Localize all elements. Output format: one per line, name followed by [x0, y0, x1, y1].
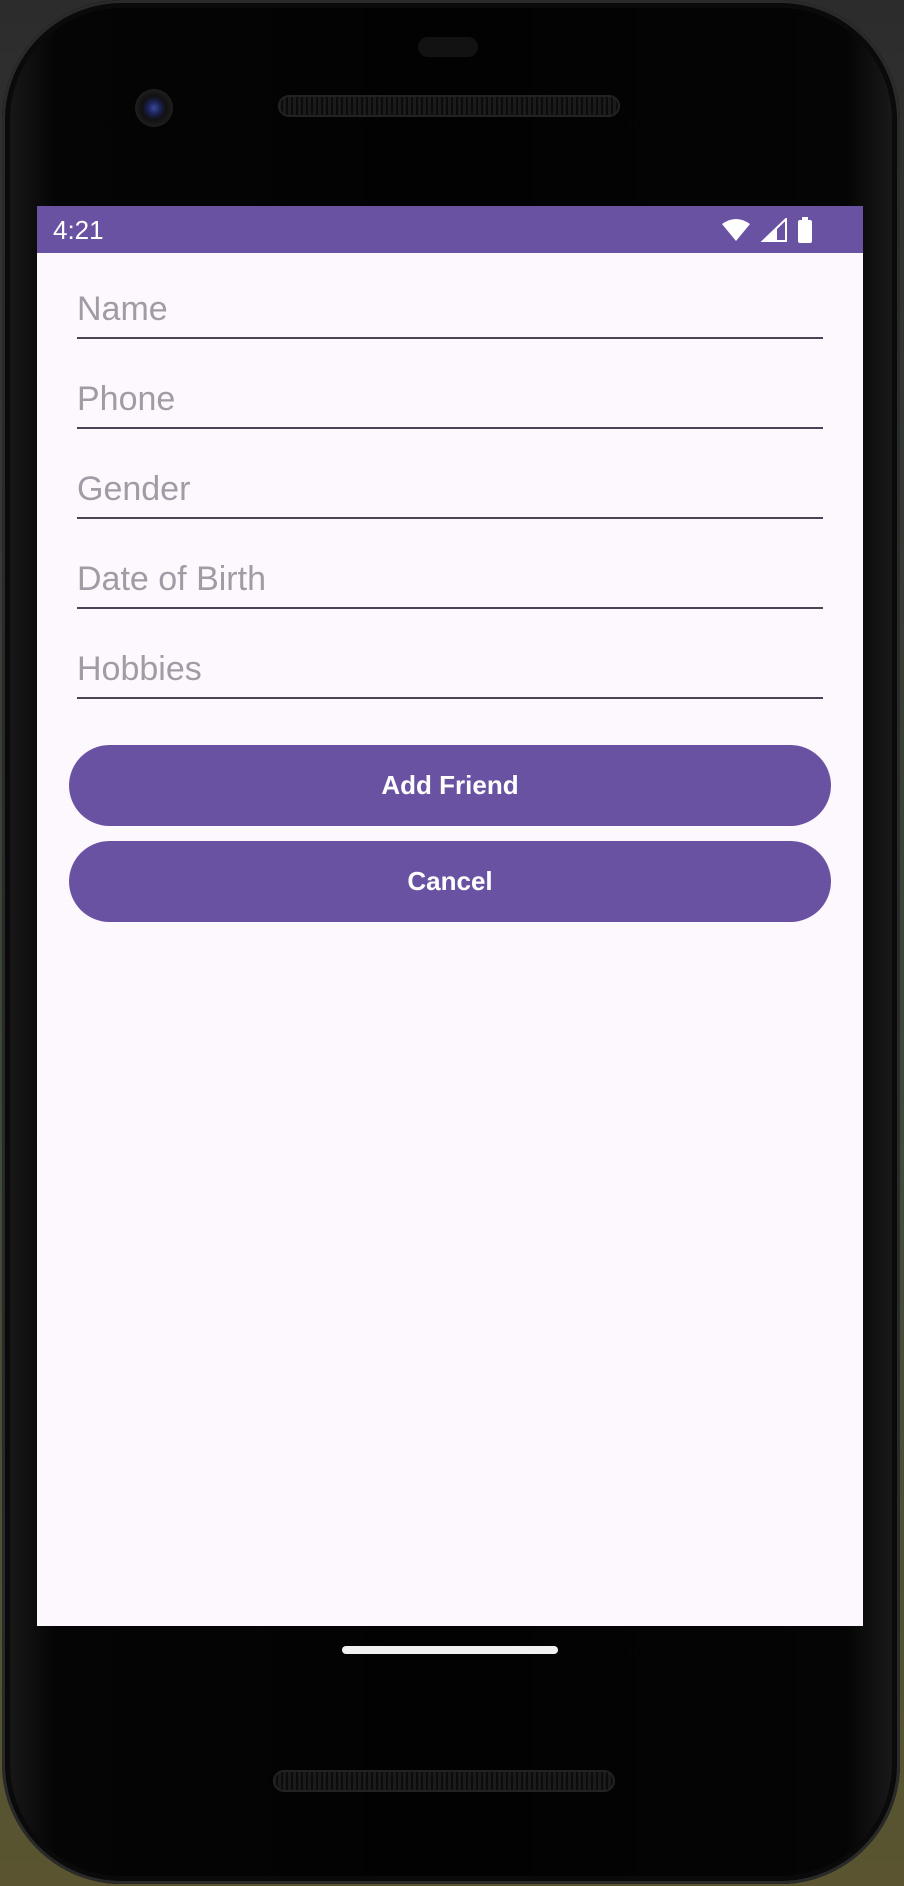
- phone-field: [77, 357, 823, 429]
- status-time: 4:21: [53, 215, 104, 245]
- hobbies-input[interactable]: [77, 650, 823, 689]
- add-friend-button[interactable]: Add Friend: [69, 745, 831, 826]
- cancel-button[interactable]: Cancel: [69, 841, 831, 922]
- gender-field: [77, 447, 823, 519]
- gender-input[interactable]: [77, 470, 823, 509]
- date-of-birth-input[interactable]: [77, 560, 823, 599]
- battery-icon: [797, 217, 813, 243]
- name-input[interactable]: [77, 290, 823, 329]
- status-bar: 4:21: [37, 206, 863, 253]
- name-field: [77, 267, 823, 339]
- status-icons: [721, 217, 813, 243]
- home-gesture-bar[interactable]: [342, 1646, 558, 1654]
- hobbies-field: [77, 627, 823, 699]
- phone-input[interactable]: [77, 380, 823, 419]
- cell-signal-icon: [761, 218, 787, 242]
- earpiece-notch: [418, 37, 478, 57]
- bottom-speaker-grille: [273, 1770, 615, 1792]
- wifi-icon: [721, 218, 751, 242]
- add-friend-form: Add Friend Cancel: [37, 253, 863, 1499]
- device-screen: 4:21 Name Phone Gender Date of Birth Hob…: [37, 206, 863, 1626]
- date-of-birth-field: [77, 537, 823, 609]
- top-speaker-grille: [278, 95, 620, 117]
- front-camera-icon: [135, 89, 173, 127]
